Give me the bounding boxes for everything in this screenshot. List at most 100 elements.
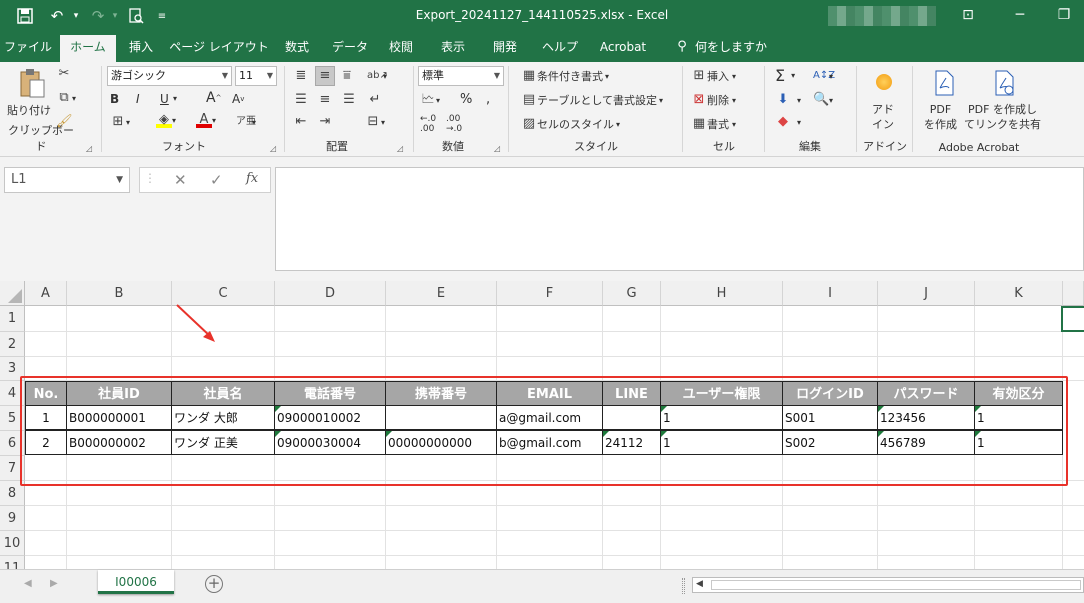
tab-developer[interactable]: 開発 [484, 38, 526, 62]
column-header[interactable]: K [975, 281, 1063, 306]
column-header[interactable]: E [386, 281, 497, 306]
insert-cells-button[interactable]: ⊞ 挿入 ▾ [691, 68, 736, 84]
minimize-icon[interactable]: ─ [1008, 4, 1032, 26]
sort-filter-icon[interactable]: A↕Z ▾ [813, 68, 835, 84]
tab-view[interactable]: 表示 [432, 38, 474, 62]
font-size-select[interactable]: 11 ▼ [235, 66, 277, 86]
restore-icon[interactable]: ❐ [1052, 4, 1076, 26]
paste-button[interactable]: 貼り付け [7, 102, 51, 118]
column-header[interactable]: H [661, 281, 783, 306]
italic-button[interactable]: I [136, 92, 140, 106]
addins-icon[interactable] [876, 74, 892, 90]
row-header[interactable]: 10 [0, 531, 25, 556]
percent-icon[interactable]: % [460, 92, 472, 107]
column-header[interactable]: F [497, 281, 603, 306]
scrollbar-thumb[interactable] [711, 580, 1081, 590]
font-launcher-icon[interactable]: ◿ [270, 144, 276, 153]
active-cell-l1[interactable] [1061, 306, 1084, 332]
addins-button[interactable]: アド イン [872, 102, 894, 132]
share-pdf-button[interactable]: PDF を作成し てリンクを共有 [964, 102, 1041, 132]
borders-icon[interactable]: ⊞ ▾ [110, 114, 130, 130]
paste-icon[interactable] [14, 66, 50, 100]
increase-decimal-icon[interactable]: ←.0.00 [420, 114, 436, 134]
worksheet-grid[interactable]: A B C D E F G H I J K 1 2 3 4 5 6 7 8 9 … [0, 281, 1084, 569]
column-header[interactable]: B [67, 281, 172, 306]
ribbon-display-icon[interactable]: ⊡ [956, 4, 980, 26]
sheet-tab[interactable]: I00006 [98, 570, 174, 594]
row-header[interactable]: 2 [0, 332, 25, 357]
increase-font-icon[interactable]: A ^ [206, 90, 221, 106]
decrease-font-icon[interactable]: Av [232, 92, 244, 106]
column-header[interactable]: I [783, 281, 878, 306]
underline-button[interactable]: U [160, 92, 169, 106]
align-top-icon[interactable]: ≣ [293, 68, 309, 84]
accounting-format-icon[interactable]: 🗠 ▾ [420, 92, 440, 108]
align-right-icon[interactable]: ☰ [341, 92, 357, 108]
horizontal-scrollbar[interactable]: ◀ [692, 577, 1084, 593]
share-pdf-icon[interactable] [992, 70, 1016, 96]
scroll-left-icon[interactable]: ◀ [696, 579, 703, 589]
tab-page-layout[interactable]: ページ レイアウト [166, 38, 272, 62]
tab-file[interactable]: ファイル [0, 38, 56, 62]
alignment-launcher-icon[interactable]: ◿ [397, 144, 403, 153]
decrease-decimal-icon[interactable]: .00 →.0 [446, 114, 462, 134]
align-center-icon[interactable]: ≡ [317, 92, 333, 108]
tab-split-handle[interactable] [682, 578, 685, 594]
enter-icon[interactable]: ✓ [210, 171, 223, 189]
tab-formulas[interactable]: 数式 [276, 38, 318, 62]
tab-review[interactable]: 校閲 [380, 38, 422, 62]
fill-color-icon[interactable]: ◈ ▾ [156, 112, 176, 128]
delete-cells-button[interactable]: ⊠ 削除 ▾ [691, 92, 736, 108]
number-launcher-icon[interactable]: ◿ [494, 144, 500, 153]
column-header[interactable]: G [603, 281, 661, 306]
chevron-down-icon[interactable]: ▼ [116, 168, 123, 192]
lightbulb-icon[interactable]: ⚲ [672, 38, 692, 62]
format-cells-button[interactable]: ▦ 書式 ▾ [691, 116, 736, 132]
phonetic-icon[interactable]: ア亜 ▾ [236, 114, 256, 130]
font-color-icon[interactable]: A ▾ [196, 112, 216, 128]
column-header[interactable]: A [25, 281, 67, 306]
decrease-indent-icon[interactable]: ⇤ [293, 114, 309, 130]
font-name-select[interactable]: 游ゴシック ▼ [107, 66, 232, 86]
create-pdf-icon[interactable] [932, 70, 956, 96]
row-header[interactable]: 1 [0, 306, 25, 332]
previous-sheet-icon[interactable]: ◀ [24, 578, 32, 589]
cancel-icon[interactable]: ✕ [174, 171, 187, 189]
orientation-icon[interactable]: ab↗ ▾ [367, 68, 388, 84]
column-header[interactable]: J [878, 281, 975, 306]
bold-button[interactable]: B [110, 92, 119, 106]
increase-indent-icon[interactable]: ⇥ [317, 114, 333, 130]
copy-icon[interactable]: ⧉ ▾ [56, 90, 76, 106]
find-select-icon[interactable]: 🔍 ▾ [813, 92, 833, 108]
row-header[interactable]: 9 [0, 506, 25, 531]
tab-data[interactable]: データ [322, 38, 378, 62]
align-left-icon[interactable]: ☰ [293, 92, 309, 108]
align-bottom-icon[interactable]: ⩸ [339, 68, 355, 84]
next-sheet-icon[interactable]: ▶ [50, 578, 58, 589]
fill-icon[interactable]: ⬇ ▾ [775, 92, 801, 108]
tab-insert[interactable]: 挿入 [118, 38, 164, 62]
tell-me-search[interactable]: 何をしますか [694, 38, 768, 62]
account-area[interactable] [828, 6, 936, 26]
formula-input[interactable] [275, 167, 1084, 271]
add-sheet-icon[interactable]: + [205, 575, 223, 593]
tab-acrobat[interactable]: Acrobat [594, 38, 652, 62]
cut-icon[interactable]: ✂ [56, 66, 72, 82]
name-box[interactable]: L1 ▼ [4, 167, 130, 193]
wrap-text-icon[interactable]: ↵ [367, 92, 383, 108]
merge-center-icon[interactable]: ⊟ ▾ [365, 114, 385, 130]
autosum-icon[interactable]: Σ ▾ [775, 66, 795, 85]
select-all-button[interactable] [0, 281, 25, 306]
tab-help[interactable]: ヘルプ [532, 38, 588, 62]
clipboard-launcher-icon[interactable]: ◿ [86, 144, 92, 153]
tab-home[interactable]: ホーム [60, 35, 116, 62]
comma-icon[interactable]: , [486, 92, 490, 107]
align-middle-icon[interactable]: ≡ [315, 66, 335, 86]
row-header[interactable]: 11 [0, 556, 25, 569]
format-as-table-button[interactable]: ▤ テーブルとして書式設定 ▾ [521, 92, 663, 108]
clear-icon[interactable]: ◆ ▾ [775, 114, 801, 130]
column-header[interactable] [1063, 281, 1084, 306]
number-format-select[interactable]: 標準 ▼ [418, 66, 504, 86]
column-header[interactable]: D [275, 281, 386, 306]
conditional-formatting-button[interactable]: ▦ 条件付き書式 ▾ [521, 68, 609, 84]
